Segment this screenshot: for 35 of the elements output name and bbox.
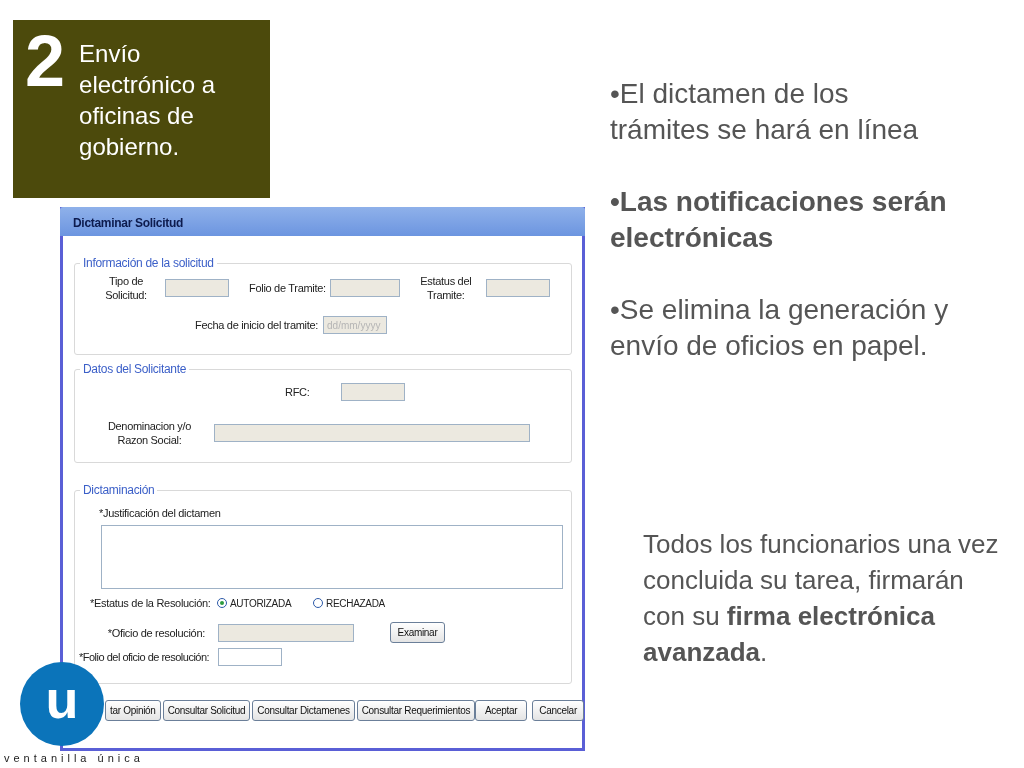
section-legend: Información de la solicitud	[80, 256, 217, 270]
input-field[interactable]	[218, 648, 282, 666]
text-area[interactable]	[101, 525, 563, 589]
field-label: Denominacion y/o Razon Social:	[107, 419, 192, 447]
logo-icon: u	[20, 662, 104, 746]
field-label: Estatus del Tramite:	[419, 274, 472, 302]
form-button[interactable]: Consultar Solicitud	[162, 700, 251, 721]
form-button[interactable]: Cancelar	[532, 700, 585, 721]
form-button[interactable]: Consultar Dictamenes	[252, 700, 355, 721]
field-label: RFC:	[285, 385, 310, 399]
field-label: *Estatus de la Resolución:	[90, 597, 212, 609]
field-label: Tipo de Solicitud:	[104, 274, 148, 302]
bullet-text: •Se elimina la generación y envío de oficios en papel.	[610, 293, 950, 363]
window-title: Dictaminar Solicitud	[60, 207, 585, 236]
bullet-text: •Las notificaciones serán electrónicas	[610, 185, 948, 255]
form-button[interactable]: Consultar Requerimientos	[356, 700, 476, 721]
field-label: Fecha de inicio del tramite:	[195, 318, 319, 332]
section-legend: Dictaminación	[80, 483, 158, 497]
radio-label: RECHAZADA	[326, 597, 385, 609]
radio-button[interactable]	[217, 598, 227, 608]
section-legend: Datos del Solicitante	[80, 362, 190, 376]
form-button[interactable]: Aceptar	[475, 700, 528, 721]
bullet-text: •El dictamen de los trámites se hará en línea	[610, 77, 920, 147]
slide-heading: Envío electrónico a oficinas de gobierno.	[79, 39, 217, 162]
radio-button[interactable]	[313, 598, 323, 608]
logo-caption: ventanilla única	[4, 752, 144, 764]
note-text: Todos los funcionarios una vez concluida su tarea, firmarán con su firma electrónica avanzada.	[643, 528, 1000, 669]
radio-label: AUTORIZADA	[230, 597, 292, 609]
field-label: *Folio del oficio de resolución:	[79, 651, 210, 663]
field-label: *Oficio de resolución:	[106, 626, 205, 639]
browse-button[interactable]: Examinar	[390, 622, 445, 643]
slide-number: 2	[25, 24, 66, 103]
field-label: Folio de Tramite:	[249, 281, 326, 295]
field-label: *Justificación del dictamen	[99, 507, 222, 519]
form-button[interactable]: tar Opinión	[105, 700, 161, 721]
